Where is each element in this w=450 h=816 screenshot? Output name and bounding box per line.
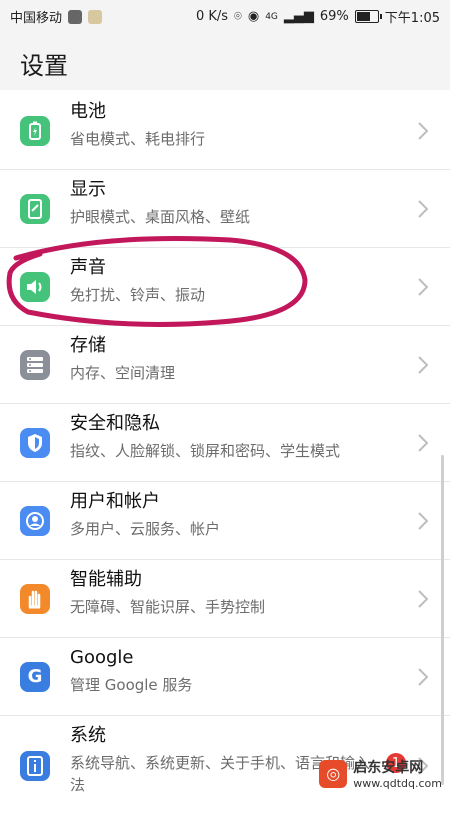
settings-item-storage[interactable]: 存储 内存、空间清理 [0, 326, 450, 404]
eye-icon: ◉ [247, 9, 260, 24]
net-speed: 0 K/s [195, 9, 229, 24]
item-title: 电池 [70, 101, 106, 122]
item-subtitle: 省电模式、耗电排行 [70, 130, 206, 148]
google-icon: G [20, 661, 50, 692]
item-subtitle: 无障碍、智能识屏、手势控制 [70, 598, 266, 616]
signal-icon: ▂▄▆ [283, 9, 314, 24]
battery-icon [20, 115, 50, 146]
battery-percent: 69% [319, 9, 349, 24]
settings-item-assistance[interactable]: 智能辅助 无障碍、智能识屏、手势控制 [0, 560, 450, 638]
network-type: 4G [265, 11, 278, 22]
chevron-right-icon [418, 277, 428, 296]
shield-icon [20, 427, 50, 458]
page-title: 设置 [20, 52, 68, 80]
item-title: 存储 [70, 335, 106, 356]
chevron-right-icon [418, 355, 428, 374]
item-title: 安全和隐私 [70, 413, 160, 434]
header: 设置 [0, 32, 450, 90]
item-title: 系统 [70, 725, 106, 746]
chevron-right-icon [418, 121, 428, 140]
watermark-url: www.qdtdq.com [353, 777, 442, 790]
sound-icon [20, 271, 50, 302]
carrier-label: 中国移动 [10, 11, 63, 26]
system-info-icon [20, 751, 50, 781]
storage-icon [20, 349, 50, 380]
item-title: Google [70, 647, 134, 668]
settings-list: 电池 省电模式、耗电排行 显示 护眼模式、桌面风格、壁纸 声音 免打扰、铃声、振… [0, 92, 450, 816]
hand-icon [20, 583, 50, 614]
watermark: ◎ 启东安卓网 www.qdtdq.com [319, 757, 442, 790]
status-bar: 中国移动 0 K/s ⌾ ◉ 4G ▂▄▆ 69% 下午1:05 [0, 0, 450, 32]
item-title: 用户和帐户 [70, 491, 160, 512]
user-icon [20, 505, 50, 536]
watermark-title: 启东安卓网 [353, 760, 424, 776]
settings-item-google[interactable]: G Google 管理 Google 服务 [0, 638, 450, 716]
scrollbar[interactable] [441, 455, 444, 785]
notification-cat-icon [68, 9, 83, 24]
settings-item-display[interactable]: 显示 护眼模式、桌面风格、壁纸 [0, 170, 450, 248]
item-subtitle: 多用户、云服务、帐户 [70, 520, 221, 538]
item-title: 显示 [70, 179, 106, 200]
item-subtitle: 管理 Google 服务 [70, 676, 193, 694]
chevron-right-icon [418, 667, 428, 686]
display-icon [20, 193, 50, 224]
item-title: 声音 [70, 257, 106, 278]
item-subtitle: 免打扰、铃声、振动 [70, 286, 206, 304]
chevron-right-icon [418, 433, 428, 452]
battery-status-icon [354, 10, 382, 23]
item-title: 智能辅助 [70, 569, 142, 590]
chevron-right-icon [418, 199, 428, 218]
notification-image-icon [88, 9, 103, 24]
settings-item-accounts[interactable]: 用户和帐户 多用户、云服务、帐户 [0, 482, 450, 560]
settings-item-security[interactable]: 安全和隐私 指纹、人脸解锁、锁屏和密码、学生模式 [0, 404, 450, 482]
watermark-logo-icon: ◎ [319, 759, 348, 788]
item-subtitle: 护眼模式、桌面风格、壁纸 [70, 208, 251, 226]
location-icon: ⌾ [234, 9, 242, 24]
clock: 下午1:05 [384, 11, 440, 26]
settings-item-sound[interactable]: 声音 免打扰、铃声、振动 [0, 248, 450, 326]
item-subtitle: 内存、空间清理 [70, 364, 176, 382]
settings-item-battery[interactable]: 电池 省电模式、耗电排行 [0, 92, 450, 170]
chevron-right-icon [418, 589, 428, 608]
chevron-right-icon [418, 511, 428, 530]
item-subtitle: 指纹、人脸解锁、锁屏和密码、学生模式 [70, 442, 341, 460]
